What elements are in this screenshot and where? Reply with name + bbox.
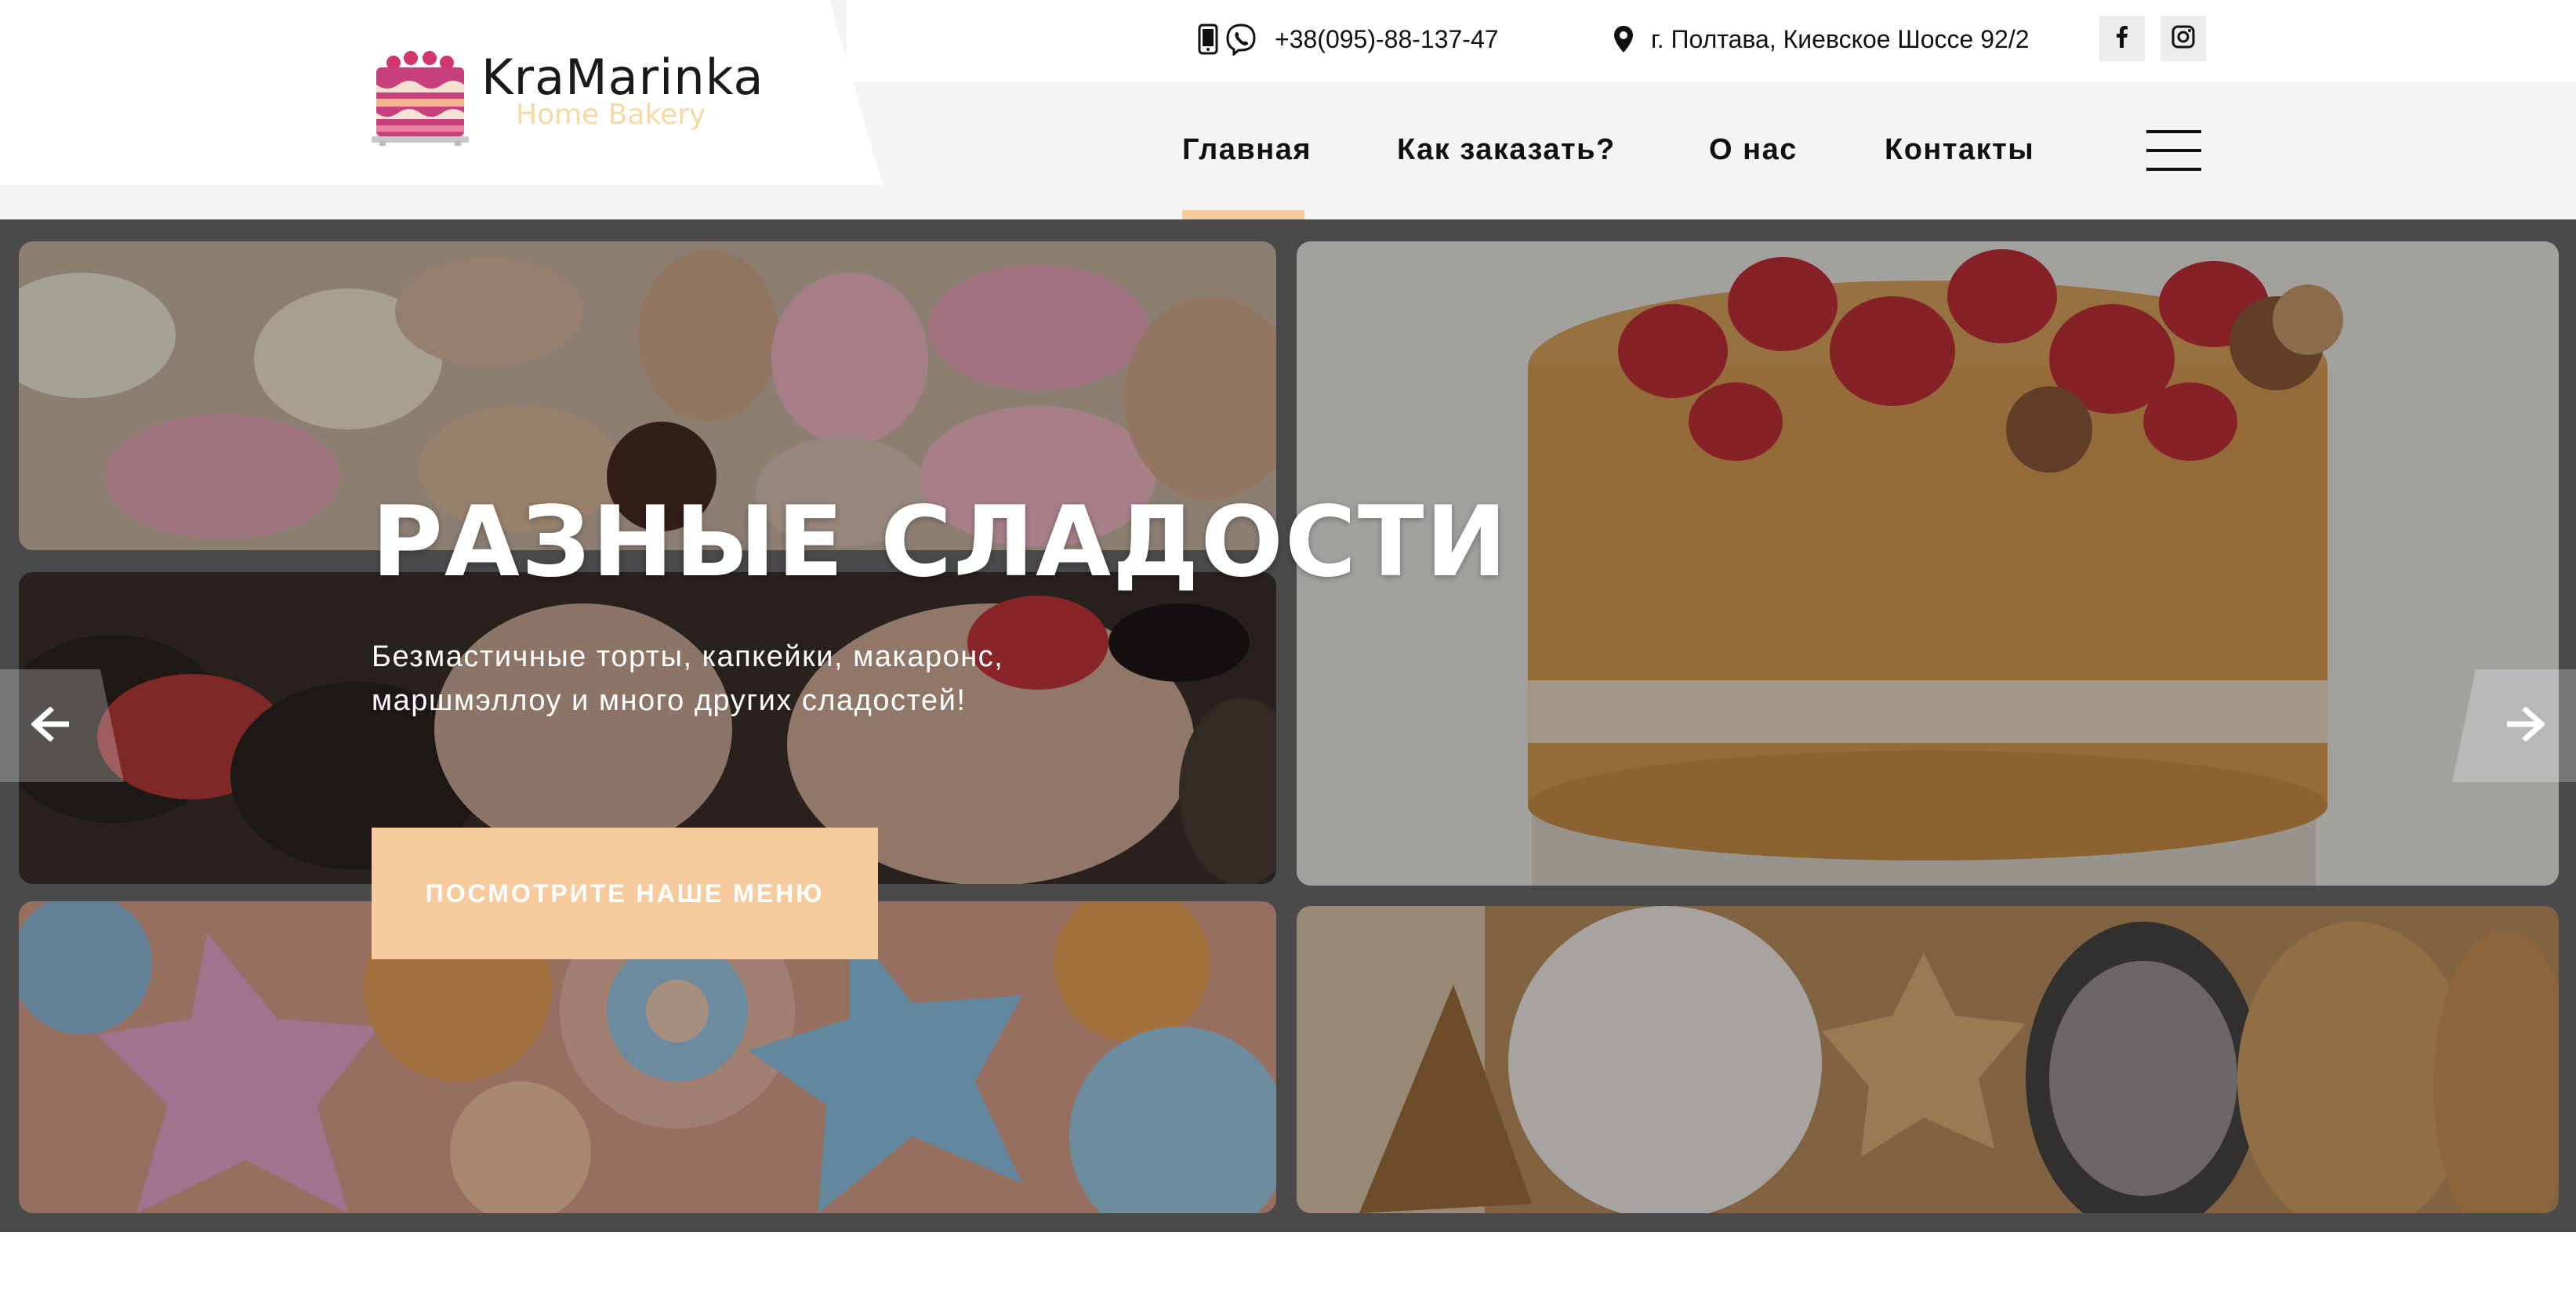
active-nav-indicator — [1182, 210, 1304, 219]
nav-item-contacts[interactable]: Контакты — [1885, 118, 2034, 182]
brand-name: KraMarinka — [481, 49, 764, 106]
hero-overlay — [0, 219, 2576, 1232]
instagram-icon — [2171, 25, 2195, 53]
address-contact: г. Полтава, Киевское Шоссе 92/2 — [1613, 0, 2030, 78]
site-header: KraMarinka Home Bakery +38(095)-88-137-4… — [0, 0, 2576, 219]
arrow-left-icon — [30, 705, 71, 745]
facebook-icon — [2116, 25, 2128, 52]
brand-logo[interactable]: KraMarinka Home Bakery — [370, 39, 763, 150]
hero-description: Безмастичные торты, капкейки, макаронс, … — [372, 640, 1004, 717]
address-text: г. Полтава, Киевское Шоссе 92/2 — [1651, 24, 2030, 53]
hero-slider: РАЗНЫЕ СЛАДОСТИ Безмастичные торты, капк… — [0, 219, 2576, 1232]
nav-item-how-to-order[interactable]: Как заказать? — [1397, 118, 1616, 182]
mobile-phone-icon — [1198, 24, 1218, 55]
brand-tagline: Home Bakery — [516, 99, 706, 131]
phone-contact[interactable]: +38(095)-88-137-47 — [1198, 0, 1499, 78]
hero-title: РАЗНЫЕ СЛАДОСТИ — [372, 486, 1509, 599]
nav-item-about[interactable]: О нас — [1709, 118, 1798, 182]
map-pin-icon — [1613, 25, 1634, 53]
instagram-link[interactable] — [2161, 16, 2206, 61]
facebook-link[interactable] — [2099, 16, 2145, 61]
arrow-right-icon — [2505, 705, 2546, 745]
nav-item-home[interactable]: Главная — [1182, 118, 1312, 182]
hamburger-menu-icon[interactable] — [2146, 130, 2201, 171]
cake-icon — [370, 44, 470, 150]
phone-number: +38(095)-88-137-47 — [1275, 24, 1499, 53]
viber-icon — [1225, 23, 1257, 56]
view-menu-button[interactable]: ПОСМОТРИТЕ НАШЕ МЕНЮ — [372, 828, 878, 959]
